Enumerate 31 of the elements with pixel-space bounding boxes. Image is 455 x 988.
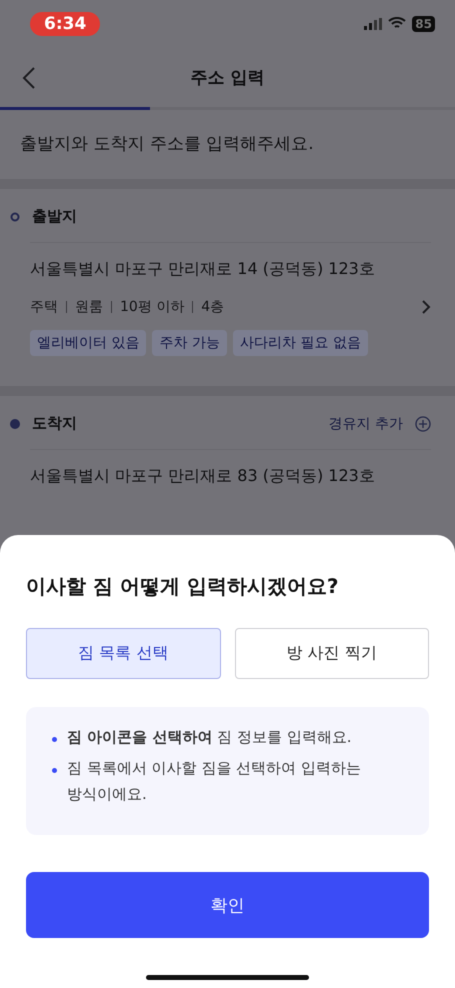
- stop-label: 출발지: [32, 207, 78, 226]
- feature-tag: 사다리차 필요 없음: [232, 330, 368, 356]
- detail-text: 원룸: [75, 298, 103, 316]
- option-button[interactable]: 방 사진 찍기: [234, 628, 429, 679]
- status-time: 6:34: [30, 12, 100, 36]
- detail-text: 10평 이하: [120, 298, 184, 316]
- stop-label: 도착지: [32, 414, 78, 433]
- detail-text: 주택: [30, 298, 58, 316]
- page-title: 주소 입력: [190, 66, 264, 88]
- plus-circle-icon[interactable]: [415, 416, 431, 432]
- ring-icon: [10, 212, 20, 222]
- sheet-title: 이사할 짐 어떻게 입력하시겠어요?: [26, 573, 340, 600]
- chevron-right-icon[interactable]: [422, 300, 431, 314]
- info-text: 짐 목록에서 이사할 짐을 선택하여 입력하는 방식이에요.: [67, 758, 362, 805]
- back-icon[interactable]: [22, 66, 36, 90]
- detail-text: 4층: [201, 298, 224, 316]
- confirm-button[interactable]: 확인: [26, 872, 429, 938]
- bullet-icon: [52, 737, 57, 742]
- address-text: 서울특별시 마포구 만리재로 83 (공덕동) 123호: [30, 466, 376, 487]
- battery-level: 85: [412, 16, 435, 32]
- bullet-icon: [52, 768, 57, 773]
- wifi-icon: [388, 17, 406, 30]
- feature-tag: 엘리베이터 있음: [30, 330, 146, 356]
- option-button[interactable]: 짐 목록 선택: [26, 628, 220, 679]
- address-text: 서울특별시 마포구 만리재로 14 (공덕동) 123호: [30, 259, 376, 280]
- feature-tag: 주차 가능: [152, 330, 227, 356]
- instruction-text: 출발지와 도착지 주소를 입력해주세요.: [19, 133, 315, 156]
- signal-icon: [364, 18, 382, 30]
- info-text: 짐 아이콘을 선택하여 짐 정보를 입력해요.: [67, 727, 352, 748]
- dot-icon: [10, 418, 20, 428]
- add-stop-link[interactable]: 경유지 추가: [328, 414, 403, 432]
